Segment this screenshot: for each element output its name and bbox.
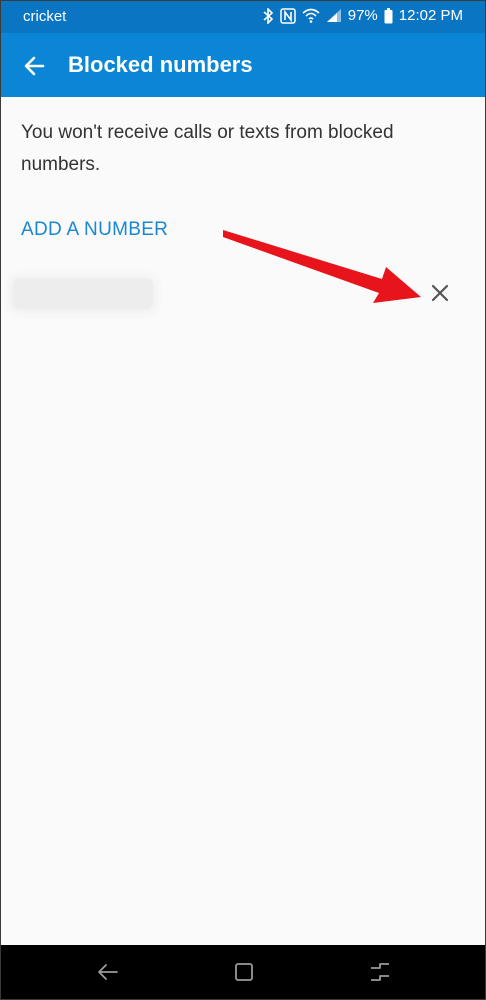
home-nav-icon (235, 963, 253, 981)
carrier-name: cricket (23, 8, 67, 25)
signal-icon (326, 9, 341, 22)
status-icons: 97% 12:02 PM (263, 7, 463, 24)
battery-percent: 97% (347, 7, 378, 24)
app-bar: Blocked numbers (1, 33, 485, 97)
add-number-button[interactable]: ADD A NUMBER (21, 219, 168, 241)
nav-recents-button[interactable] (367, 959, 393, 985)
arrow-left-icon (24, 56, 45, 76)
wifi-icon (302, 8, 320, 23)
nav-back-button[interactable] (95, 959, 121, 985)
nfc-icon (280, 7, 296, 24)
blurred-phone-number (13, 279, 153, 309)
close-icon (431, 284, 449, 302)
info-text: You won't receive calls or texts from bl… (21, 122, 394, 175)
back-button[interactable] (21, 52, 49, 80)
nav-home-button[interactable] (231, 959, 257, 985)
battery-icon (384, 7, 393, 23)
blocked-number-row (1, 273, 485, 317)
clock: 12:02 PM (398, 7, 463, 24)
page-title: Blocked numbers (68, 52, 253, 77)
blocked-numbers-content: You won't receive calls or texts from bl… (1, 97, 485, 945)
recents-nav-icon (371, 963, 389, 981)
back-nav-icon (98, 964, 118, 980)
navigation-bar (1, 945, 485, 999)
remove-number-button[interactable] (429, 282, 451, 304)
bluetooth-icon (263, 7, 273, 24)
status-bar: cricket 97% 12:02 PM (1, 1, 485, 33)
phone-screen: cricket 97% 12:02 PM Blocked numbers You… (0, 0, 486, 1000)
